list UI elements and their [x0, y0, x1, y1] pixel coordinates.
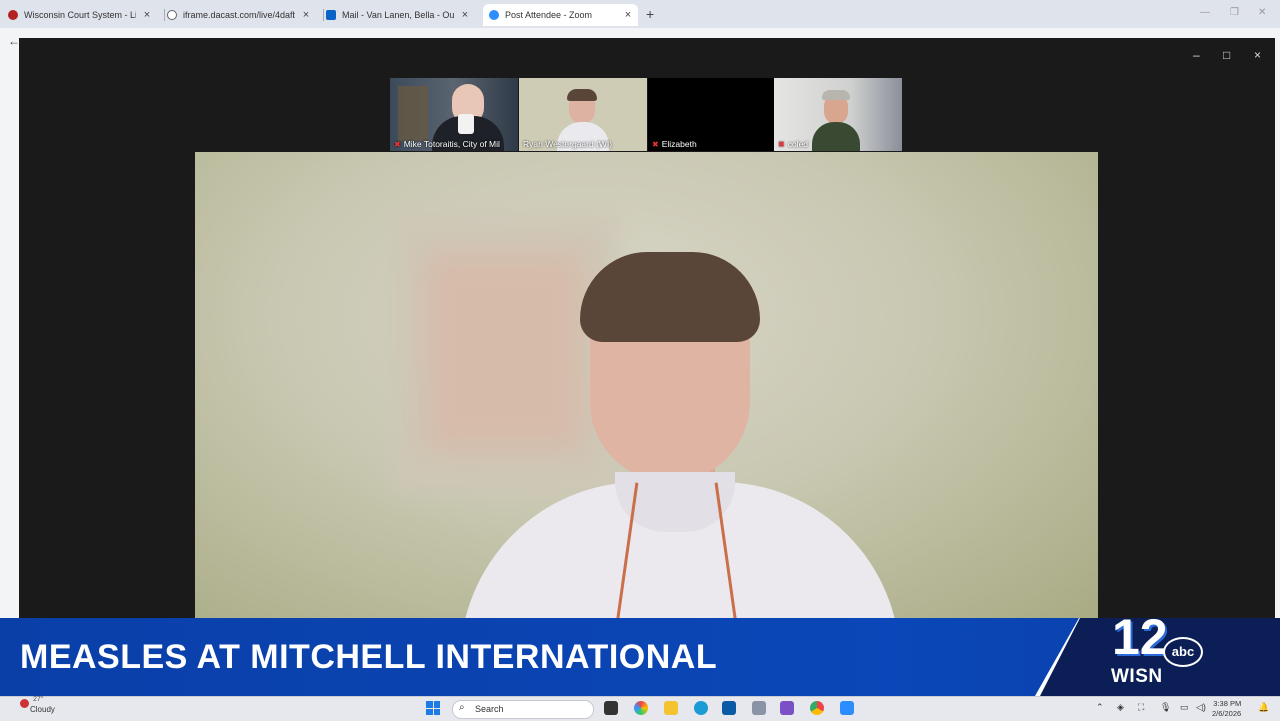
zoom-maximize-icon[interactable]: □	[1223, 48, 1230, 62]
participant-name: ✖ coled	[778, 139, 809, 149]
tab-label: Mail - Van Lanen, Bella - Outloo	[342, 10, 454, 20]
clock-date: 2/6/2026	[1212, 709, 1242, 718]
tab-label: Post Attendee - Zoom	[505, 10, 593, 20]
taskbar-clock[interactable]: 3:38 PM 2/6/2026	[1212, 699, 1241, 719]
browser-close-icon[interactable]: ✕	[1258, 7, 1266, 18]
court-favicon-icon	[8, 10, 18, 20]
tray-app-icon[interactable]: ◈	[1117, 702, 1124, 713]
new-tab-button[interactable]: +	[646, 6, 654, 22]
station-name-logo: WISN	[1111, 666, 1163, 687]
tab-close-icon[interactable]: ×	[623, 9, 633, 21]
tab-close-icon[interactable]: ×	[142, 9, 152, 21]
browser-tab-bar: Wisconsin Court System - Live × iframe.d…	[0, 0, 1280, 28]
zoom-meeting-window: – □ × ✖ Mike Totoraitis, City of Mil Ryan…	[19, 38, 1275, 618]
muted-mic-icon: ✖	[778, 140, 785, 149]
weather-label[interactable]: Cloudy	[30, 705, 55, 714]
browser-tab-2[interactable]: iframe.dacast.com/live/4dafbf4 ×	[167, 4, 324, 26]
taskbar-search-box[interactable]: ⌕ Search	[452, 700, 594, 719]
copilot-icon[interactable]	[634, 701, 648, 715]
zoom-minimize-icon[interactable]: –	[1193, 48, 1200, 62]
browser-tab-3[interactable]: Mail - Van Lanen, Bella - Outloo ×	[326, 4, 481, 26]
camera-app-icon[interactable]	[752, 701, 766, 715]
zoom-close-icon[interactable]: ×	[1254, 48, 1261, 62]
windows-taskbar: 27° Cloudy ⌕ Search ⌃ ◈ ⛶ 🎙 ▭ ◁) 3:38 PM…	[0, 696, 1280, 721]
weather-temperature: 27°	[33, 696, 44, 703]
edge-icon[interactable]	[694, 701, 708, 715]
participant-tile-mike[interactable]: ✖ Mike Totoraitis, City of Mil	[390, 78, 518, 151]
volume-icon[interactable]: ◁)	[1196, 702, 1206, 713]
muted-mic-icon: ✖	[652, 140, 659, 149]
zoom-taskbar-icon[interactable]	[840, 701, 854, 715]
active-speaker-video	[195, 152, 1098, 618]
tray-network-icon[interactable]: ⛶	[1138, 702, 1144, 713]
outlook-taskbar-icon[interactable]	[722, 701, 736, 715]
news-lower-third: MEASLES AT MITCHELL INTERNATIONAL	[0, 618, 1280, 696]
microphone-icon[interactable]: 🎙	[1160, 702, 1171, 713]
wall-art	[425, 252, 585, 452]
notification-icon[interactable]: 🔔	[1258, 702, 1269, 713]
participant-tile-coled[interactable]: ✖ coled	[774, 78, 902, 151]
browser-tab-4-active[interactable]: Post Attendee - Zoom ×	[483, 4, 638, 26]
browser-minimize-icon[interactable]: —	[1200, 7, 1210, 18]
zoom-icon	[489, 10, 499, 20]
browser-restore-icon[interactable]: ❐	[1230, 7, 1239, 18]
file-explorer-icon[interactable]	[664, 701, 678, 715]
task-view-icon[interactable]	[604, 701, 618, 715]
tab-close-icon[interactable]: ×	[301, 9, 311, 21]
windows-start-icon[interactable]	[426, 701, 440, 715]
station-number-logo: 12	[1112, 609, 1168, 665]
outlook-icon	[326, 10, 336, 20]
participant-name: ✖ Elizabeth	[652, 139, 697, 149]
tab-label: iframe.dacast.com/live/4dafbf4	[183, 10, 295, 20]
chrome-icon[interactable]	[810, 701, 824, 715]
search-icon: ⌕	[459, 702, 465, 713]
participant-name: Ryan Westergaard (WI)	[523, 139, 613, 149]
speaker-hair	[580, 252, 760, 342]
tab-label: Wisconsin Court System - Live	[24, 10, 136, 20]
abc-network-logo: abc	[1163, 637, 1203, 667]
clock-time: 3:38 PM	[1213, 699, 1242, 708]
teams-icon[interactable]	[780, 701, 794, 715]
tray-chevron-icon[interactable]: ⌃	[1096, 702, 1104, 713]
globe-icon	[167, 10, 177, 20]
participant-name: ✖ Mike Totoraitis, City of Mil	[394, 139, 500, 149]
participant-tile-ryan[interactable]: Ryan Westergaard (WI)	[519, 78, 647, 151]
tab-close-icon[interactable]: ×	[460, 9, 470, 21]
browser-tab-1[interactable]: Wisconsin Court System - Live ×	[8, 4, 165, 26]
participant-tile-elizabeth[interactable]: ✖ Elizabeth	[648, 78, 776, 151]
search-placeholder: Search	[475, 704, 504, 714]
headline: MEASLES AT MITCHELL INTERNATIONAL	[20, 638, 718, 676]
muted-mic-icon: ✖	[394, 140, 401, 149]
weather-icon[interactable]	[20, 699, 29, 708]
display-icon[interactable]: ▭	[1180, 702, 1189, 713]
